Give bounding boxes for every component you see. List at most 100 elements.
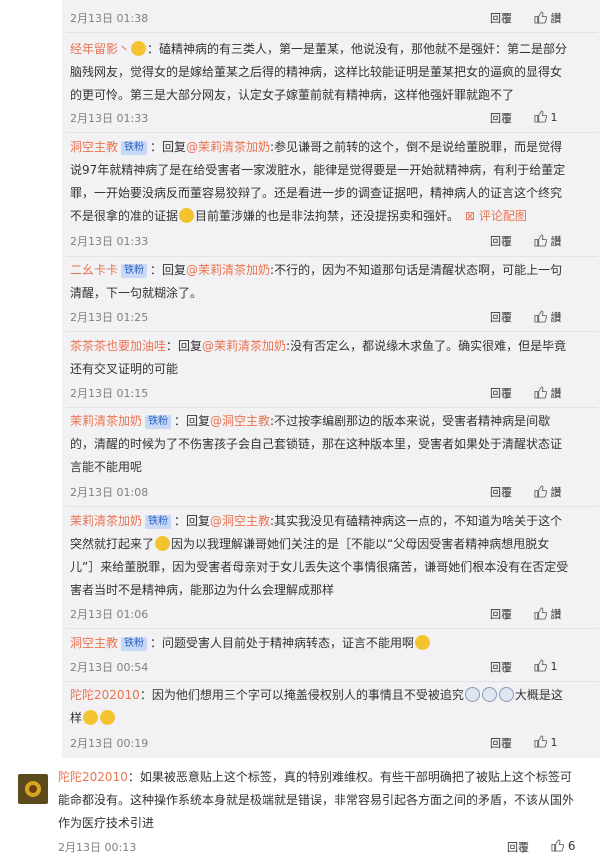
reply-button[interactable]: 回覆 [490, 10, 512, 26]
thumbs-up-icon [534, 735, 547, 748]
thumbs-up-icon [534, 310, 547, 323]
thumbs-up-icon [551, 839, 564, 852]
divider [66, 628, 598, 629]
comment-picture-link[interactable]: ⊠ 评论配图 [465, 209, 527, 223]
reply-button[interactable]: 回覆 [490, 309, 512, 325]
reply-time: 2月13日 01:08 [70, 486, 149, 499]
comment-time: 2月13日 00:13 [58, 841, 137, 854]
divider [66, 681, 598, 682]
comment-text: ：如果被恶意贴上这个标签，真的特别难维权。有些干部明确把了被贴上这个标签可能命都… [58, 770, 575, 830]
divider [66, 132, 598, 133]
like-count: 1 [550, 660, 558, 673]
divider [66, 506, 598, 507]
reply-prefix: ：回复 [150, 140, 187, 154]
reply-button[interactable]: 回覆 [490, 735, 512, 751]
divider [66, 331, 598, 332]
fan-badge: 铁粉 [145, 515, 172, 529]
reply-text: :不过按李编剧那边的版本来说，受害者精神病是间歇的，清醒的时候为了不伤害孩子会自… [70, 414, 563, 474]
reply-time: 2月13日 01:15 [70, 387, 149, 400]
mention-link[interactable]: @茉莉清茶加奶 [186, 263, 270, 277]
emoji-icon [83, 710, 99, 725]
ghost-emoji-icon [498, 687, 514, 702]
reply-username[interactable]: 洞空主教 [70, 636, 118, 650]
like-button[interactable]: 讚 [534, 233, 562, 249]
fan-badge: 铁粉 [121, 141, 148, 155]
reply-item: 茶茶茶也要加油哇：回复@茉莉清茶加奶:没有否定么，都说缘木求鱼了。确实很难，但是… [70, 335, 570, 381]
reply-button[interactable]: 回覆 [490, 659, 512, 675]
reply-item: 经年留影丶 ：磕精神病的有三类人，第一是董某，他说没有，那他就不是强奸：第二是部分… [70, 38, 570, 107]
fan-badge: 铁粉 [121, 264, 148, 278]
reply-button[interactable]: 回覆 [490, 606, 512, 622]
ghost-emoji-icon [481, 687, 497, 702]
reply-username[interactable]: 陀陀202010 [70, 688, 140, 702]
reply-username[interactable]: 茉莉清茶加奶 [70, 514, 142, 528]
reply-item: 洞空主教 铁粉 ：回复@茉莉清茶加奶:参见谦哥之前转的这个，倒不是说给董脱罪，而是觉… [70, 136, 570, 228]
reply-prefix: ：回复 [150, 263, 187, 277]
reply-time: 2月13日 01:06 [70, 608, 149, 621]
mention-link[interactable]: @茉莉清茶加奶 [186, 140, 270, 154]
like-button[interactable]: 讚 [534, 10, 562, 26]
like-button[interactable]: 6 [551, 839, 575, 853]
emoji-icon [415, 635, 431, 650]
reply-time: 2月13日 01:25 [70, 311, 149, 324]
like-button[interactable]: 讚 [534, 606, 562, 622]
like-button[interactable]: 讚 [534, 309, 562, 325]
thumbs-up-icon [534, 386, 547, 399]
reply-username[interactable]: 经年留影丶 [70, 42, 130, 56]
reply-time: 2月13日 01:38 [70, 12, 149, 25]
emoji-icon [100, 710, 116, 725]
emoji-icon [155, 536, 171, 551]
like-button[interactable]: 讚 [534, 484, 562, 500]
reply-time: 2月13日 00:19 [70, 737, 149, 750]
reply-prefix: ：回复 [174, 514, 211, 528]
divider [66, 32, 598, 33]
divider [66, 256, 598, 257]
like-label: 讚 [550, 311, 562, 324]
like-label: 讚 [550, 12, 562, 25]
like-button[interactable]: 讚 [534, 385, 562, 401]
fan-badge: 铁粉 [145, 415, 172, 429]
like-label: 讚 [550, 608, 562, 621]
reply-button[interactable]: 回覆 [507, 839, 529, 855]
reply-item: 陀陀202010：因为他们想用三个字可以掩盖侵权别人的事情且不受被追究 大概是这样 [70, 684, 570, 730]
mention-link[interactable]: @茉莉清茶加奶 [202, 339, 286, 353]
reply-prefix: ：回复 [174, 414, 211, 428]
thumbs-up-icon [534, 110, 547, 123]
reply-username[interactable]: 洞空主教 [70, 140, 118, 154]
reply-item: 二幺卡卡 铁粉 ：回复@茉莉清茶加奶:不行的，因为不知道那句话是清醒状态啊，可能上一… [70, 259, 570, 305]
reply-button[interactable]: 回覆 [490, 110, 512, 126]
like-label: 讚 [550, 486, 562, 499]
reply-button[interactable]: 回覆 [490, 385, 512, 401]
like-button[interactable]: 1 [534, 110, 558, 124]
mention-link[interactable]: @洞空主教 [210, 514, 270, 528]
like-label: 讚 [550, 235, 562, 248]
reply-username[interactable]: 茉莉清茶加奶 [70, 414, 142, 428]
thumbs-up-icon [534, 234, 547, 247]
emoji-icon [131, 41, 147, 56]
like-button[interactable]: 1 [534, 659, 558, 673]
like-label: 讚 [550, 387, 562, 400]
reply-username[interactable]: 二幺卡卡 [70, 263, 118, 277]
comment-username[interactable]: 陀陀202010 [58, 770, 128, 784]
reply-item: 洞空主教 铁粉 ：问题受害人目前处于精神病转态，证言不能用啊 [70, 632, 570, 655]
reply-time: 2月13日 01:33 [70, 235, 149, 248]
main-comment: 陀陀202010：如果被恶意贴上这个标签，真的特别难维权。有些干部明确把了被贴上… [58, 766, 578, 835]
reply-button[interactable]: 回覆 [490, 484, 512, 500]
reply-username[interactable]: 茶茶茶也要加油哇 [70, 339, 166, 353]
reply-prefix: ：回复 [166, 339, 203, 353]
ghost-emoji-icon [464, 687, 480, 702]
comment-picture-label: 评论配图 [478, 209, 527, 223]
divider [66, 407, 598, 408]
thumbs-up-icon [534, 607, 547, 620]
like-button[interactable]: 1 [534, 735, 558, 749]
like-count: 1 [550, 736, 558, 749]
avatar[interactable] [18, 774, 48, 804]
reply-button[interactable]: 回覆 [490, 233, 512, 249]
like-count: 6 [567, 839, 576, 853]
reply-time: 2月13日 01:33 [70, 112, 149, 125]
fan-badge: 铁粉 [121, 637, 148, 651]
mention-link[interactable]: @洞空主教 [210, 414, 270, 428]
thumbs-up-icon [534, 659, 547, 672]
reply-item: 茉莉清茶加奶 铁粉 ：回复@洞空主教:不过按李编剧那边的版本来说，受害者精神病是间歇… [70, 410, 570, 479]
reply-text: ：因为他们想用三个字可以掩盖侵权别人的事情且不受被追究 [139, 688, 464, 702]
